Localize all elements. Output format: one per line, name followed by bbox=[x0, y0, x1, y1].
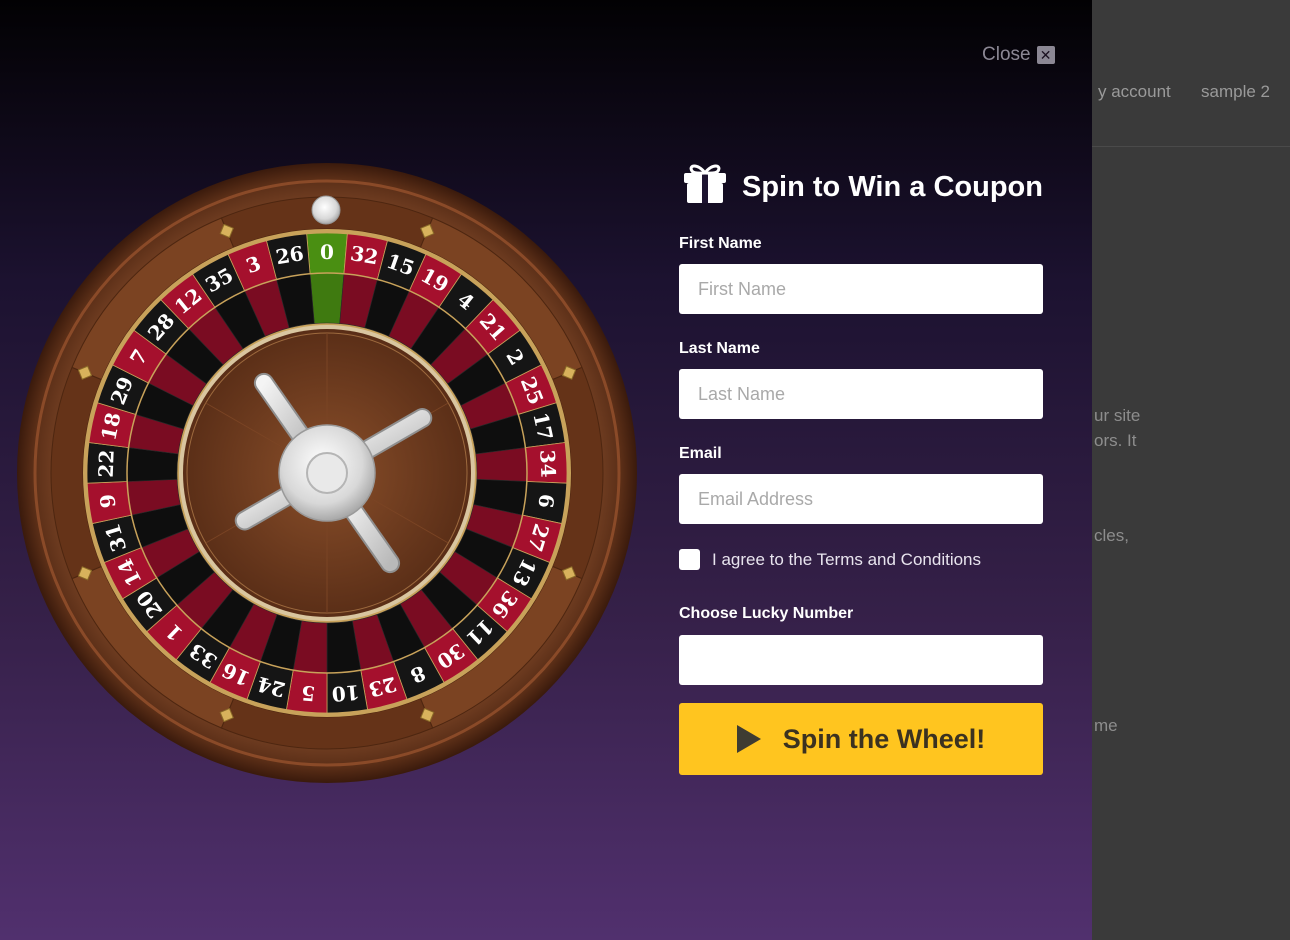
ball-pocket bbox=[309, 272, 345, 324]
turret-cap bbox=[306, 452, 348, 494]
form-title: Spin to Win a Coupon bbox=[742, 170, 1043, 203]
first-name-label: First Name bbox=[679, 235, 762, 252]
close-x-icon[interactable]: ✕ bbox=[1036, 46, 1055, 64]
play-icon bbox=[736, 725, 761, 753]
gift-icon bbox=[682, 161, 728, 213]
nav-link-account[interactable]: y account bbox=[1098, 82, 1171, 102]
roulette-wheel: 0 32 15 19 4 21 2 25 17 34 6 27 13 36 11 30 8 23 10 5 24 16 33… bbox=[12, 158, 642, 788]
close-button[interactable]: Close ✕ bbox=[982, 44, 1055, 66]
terms-checkbox[interactable] bbox=[679, 549, 700, 570]
bg-text-line: cles, bbox=[1094, 526, 1129, 545]
number-label: 10 bbox=[331, 680, 361, 706]
number-label: 32 bbox=[349, 241, 380, 269]
number-label: 5 bbox=[300, 681, 316, 706]
spin-popup: Close ✕ 0 32 15 19 4 21 2 25 17 34 6 27 … bbox=[0, 0, 1092, 940]
email-input[interactable] bbox=[679, 474, 1043, 524]
terms-label[interactable]: I agree to the Terms and Conditions bbox=[712, 550, 981, 570]
signup-form: Spin to Win a Coupon First Name Last Nam… bbox=[679, 160, 1043, 775]
number-label: 22 bbox=[94, 449, 119, 478]
lucky-number-input[interactable] bbox=[679, 635, 1043, 685]
wheel-center bbox=[179, 325, 475, 621]
bg-text-line: ors. It bbox=[1094, 431, 1137, 450]
wheel-graphic: 0 32 15 19421225173462713361130823105241633… bbox=[17, 163, 637, 783]
spin-button[interactable]: Spin the Wheel! bbox=[679, 703, 1043, 775]
nav-link-sample-2[interactable]: sample 2 bbox=[1201, 82, 1270, 102]
bg-text-line: ur site bbox=[1094, 406, 1141, 425]
number-label: 26 bbox=[274, 241, 305, 269]
ball-pocket bbox=[475, 447, 528, 482]
header-divider bbox=[1092, 146, 1290, 147]
lucky-number-label: Choose Lucky Number bbox=[679, 605, 854, 622]
spin-button-label: Spin the Wheel! bbox=[782, 723, 986, 754]
close-label: Close bbox=[982, 44, 1031, 65]
number-label: 0 bbox=[320, 240, 334, 264]
bg-text-line: me bbox=[1094, 716, 1118, 735]
first-name-input[interactable] bbox=[679, 264, 1043, 314]
form-header: Spin to Win a Coupon bbox=[682, 160, 1043, 214]
number-label: 34 bbox=[535, 449, 560, 478]
last-name-input[interactable] bbox=[679, 369, 1043, 419]
roulette-ball bbox=[311, 195, 341, 225]
last-name-label: Last Name bbox=[679, 340, 760, 357]
email-label: Email bbox=[679, 445, 722, 462]
terms-row: I agree to the Terms and Conditions bbox=[679, 549, 981, 570]
